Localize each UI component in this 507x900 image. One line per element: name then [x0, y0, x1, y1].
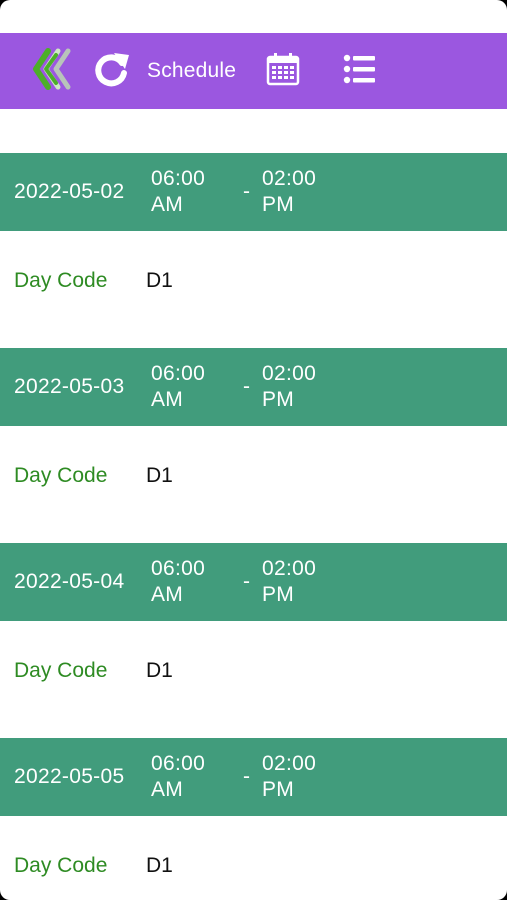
schedule-item-body: Day Code D1	[0, 231, 507, 348]
schedule-item-body: Day Code D1	[0, 816, 507, 900]
time-separator: -	[243, 375, 250, 398]
schedule-item-body: Day Code D1	[0, 426, 507, 543]
start-time-ampm: AM	[151, 193, 184, 216]
schedule-item-header: 2022-05-04 06:00 AM - 02:00 PM	[0, 543, 507, 621]
day-code-label: Day Code	[14, 854, 108, 877]
end-time-value: 02:00	[262, 362, 317, 385]
calendar-button[interactable]	[263, 33, 303, 109]
end-time: 02:00 PM	[262, 361, 316, 413]
end-time-ampm: PM	[262, 388, 295, 411]
back-button[interactable]	[26, 33, 76, 109]
schedule-item-header: 2022-05-05 06:00 AM - 02:00 PM	[0, 738, 507, 816]
refresh-button[interactable]	[89, 33, 133, 109]
calendar-icon	[266, 52, 300, 91]
schedule-date: 2022-05-04	[14, 570, 125, 593]
double-chevron-left-icon	[28, 47, 74, 96]
start-time-value: 06:00	[151, 752, 206, 775]
end-time-value: 02:00	[262, 557, 317, 580]
schedule-item-header: 2022-05-02 06:00 AM - 02:00 PM	[0, 153, 507, 231]
end-time-ampm: PM	[262, 778, 295, 801]
day-code-value: D1	[146, 659, 173, 682]
day-code-value: D1	[146, 854, 173, 877]
toolbar: Schedule	[0, 33, 507, 109]
schedule-item-header: 2022-05-03 06:00 AM - 02:00 PM	[0, 348, 507, 426]
schedule-date: 2022-05-03	[14, 375, 125, 398]
time-separator: -	[243, 765, 250, 788]
app-screen: Schedule 2022-05-02 06:00 AM - 02:00 PM …	[0, 0, 507, 900]
start-time-ampm: AM	[151, 388, 184, 411]
refresh-icon	[91, 49, 131, 94]
schedule-item[interactable]: 2022-05-04 06:00 AM - 02:00 PM Day Code …	[0, 543, 507, 738]
schedule-date: 2022-05-05	[14, 765, 125, 788]
start-time-ampm: AM	[151, 583, 184, 606]
end-time-ampm: PM	[262, 583, 295, 606]
start-time-value: 06:00	[151, 557, 206, 580]
time-separator: -	[243, 570, 250, 593]
schedule-item[interactable]: 2022-05-05 06:00 AM - 02:00 PM Day Code …	[0, 738, 507, 900]
day-code-label: Day Code	[14, 464, 108, 487]
start-time-value: 06:00	[151, 362, 206, 385]
schedule-item-body: Day Code D1	[0, 621, 507, 738]
end-time: 02:00 PM	[262, 751, 316, 803]
schedule-item[interactable]: 2022-05-02 06:00 AM - 02:00 PM Day Code …	[0, 153, 507, 348]
start-time: 06:00 AM	[151, 166, 205, 218]
start-time: 06:00 AM	[151, 751, 205, 803]
day-code-value: D1	[146, 464, 173, 487]
schedule-item[interactable]: 2022-05-03 06:00 AM - 02:00 PM Day Code …	[0, 348, 507, 543]
day-code-value: D1	[146, 269, 173, 292]
schedule-date: 2022-05-02	[14, 180, 125, 203]
start-time: 06:00 AM	[151, 556, 205, 608]
start-time: 06:00 AM	[151, 361, 205, 413]
end-time-value: 02:00	[262, 752, 317, 775]
day-code-label: Day Code	[14, 659, 108, 682]
end-time: 02:00 PM	[262, 166, 316, 218]
schedule-list: 2022-05-02 06:00 AM - 02:00 PM Day Code …	[0, 153, 507, 900]
day-code-label: Day Code	[14, 269, 108, 292]
time-separator: -	[243, 180, 250, 203]
start-time-value: 06:00	[151, 167, 206, 190]
list-button[interactable]	[340, 33, 380, 109]
end-time: 02:00 PM	[262, 556, 316, 608]
start-time-ampm: AM	[151, 778, 184, 801]
end-time-value: 02:00	[262, 167, 317, 190]
list-icon	[343, 53, 377, 90]
page-title: Schedule	[147, 59, 237, 82]
end-time-ampm: PM	[262, 193, 295, 216]
